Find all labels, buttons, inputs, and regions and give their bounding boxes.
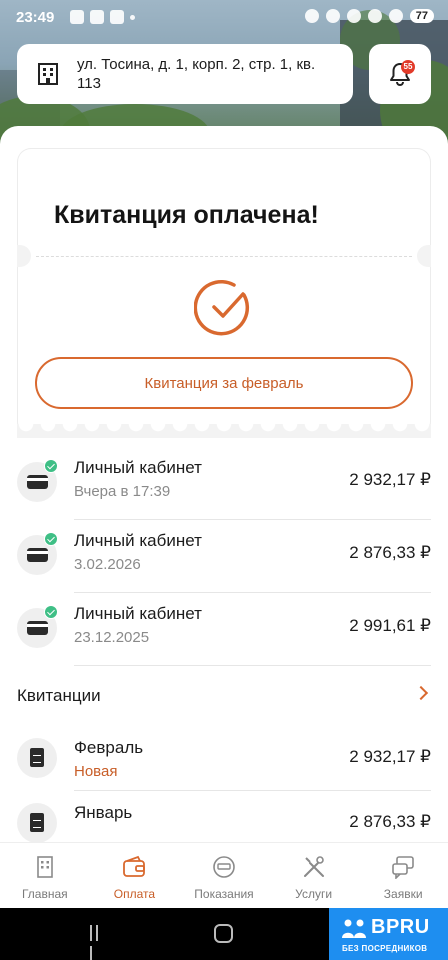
success-check-icon — [44, 605, 58, 619]
invoice-month: Февраль — [74, 738, 144, 757]
payment-amount: 2 932,17 ₽ — [349, 470, 431, 489]
status-time: 23:49 — [16, 9, 55, 26]
building-icon — [36, 856, 53, 878]
receipt-title: Квитанция оплачена! — [54, 201, 319, 229]
payment-amount: 2 991,61 ₽ — [349, 616, 431, 635]
key-icon — [325, 9, 340, 23]
battery-indicator: 77 — [409, 9, 434, 23]
payment-row[interactable]: Личный кабинет 3.02.2026 2 876,33 ₽ — [0, 521, 448, 593]
building-icon — [38, 63, 58, 85]
payment-date: 3.02.2026 — [74, 556, 141, 573]
divider — [74, 665, 431, 666]
people-logo-icon — [342, 919, 366, 938]
vk-icon — [110, 10, 124, 24]
tools-icon — [303, 856, 324, 877]
card-payment-icon — [17, 605, 58, 648]
document-icon — [17, 738, 57, 778]
invoices-section-title[interactable]: Квитанции — [17, 686, 101, 706]
success-check-icon — [194, 279, 250, 336]
tab-meters[interactable]: Показания — [179, 843, 269, 908]
divider — [74, 790, 431, 791]
payment-source: Личный кабинет — [74, 604, 202, 623]
app-notification-icon — [90, 10, 104, 24]
address-text: ул. Тосина, д. 1, корп. 2, стр. 1, кв. 1… — [77, 56, 316, 92]
receipt-card: Квитанция оплачена! Квитанция за февраль — [17, 148, 431, 436]
signal-icon — [388, 9, 403, 23]
invoice-month: Январь — [74, 803, 133, 822]
receipt-divider — [36, 256, 412, 257]
watermark-brand: BPRU — [371, 916, 430, 938]
meter-icon — [213, 856, 235, 878]
invoice-amount: 2 932,17 ₽ — [349, 747, 431, 766]
dnd-icon — [304, 9, 319, 23]
notifications-button[interactable]: 55 — [369, 44, 431, 104]
notification-badge: 55 — [401, 60, 415, 74]
watermark-tagline: БЕЗ ПОСРЕДНИКОВ — [342, 944, 428, 953]
divider — [74, 519, 431, 520]
bpru-watermark: BPRU БЕЗ ПОСРЕДНИКОВ — [329, 908, 448, 960]
app-notification-icon — [70, 10, 84, 24]
success-check-icon — [44, 459, 58, 473]
more-dot-icon — [130, 15, 135, 20]
address-selector[interactable]: ул. Тосина, д. 1, корп. 2, стр. 1, кв. 1… — [17, 44, 353, 104]
february-receipt-button[interactable]: Квитанция за февраль — [35, 357, 413, 409]
card-payment-icon — [17, 459, 58, 502]
tab-label: Оплата — [113, 887, 156, 901]
payment-source: Личный кабинет — [74, 458, 202, 477]
wifi-icon — [367, 9, 382, 23]
tab-payment[interactable]: Оплата — [90, 843, 180, 908]
receipt-notch — [417, 245, 431, 267]
success-check-icon — [44, 532, 58, 546]
divider — [74, 592, 431, 593]
wallet-icon — [123, 855, 146, 877]
payment-source: Личный кабинет — [74, 531, 202, 550]
tab-label: Главная — [21, 887, 68, 901]
tab-requests[interactable]: Заявки — [358, 843, 448, 908]
status-bar: 23:49 77 — [0, 0, 448, 38]
payment-row[interactable]: Личный кабинет 23.12.2025 2 991,61 ₽ — [0, 594, 448, 666]
bed-icon — [346, 9, 361, 23]
tab-services[interactable]: Услуги — [269, 843, 359, 908]
invoice-status: Новая — [74, 763, 118, 780]
payment-row[interactable]: Личный кабинет Вчера в 17:39 2 932,17 ₽ — [0, 448, 448, 520]
bottom-tab-bar: Главная Оплата Показания Услуги Заявки — [0, 842, 448, 908]
chat-icon — [392, 856, 414, 880]
notification-icons — [70, 10, 135, 24]
receipt-notch — [17, 245, 31, 267]
tab-home[interactable]: Главная — [0, 843, 90, 908]
payment-amount: 2 876,33 ₽ — [349, 543, 431, 562]
card-payment-icon — [17, 532, 58, 575]
invoice-amount: 2 876,33 ₽ — [349, 812, 431, 831]
system-icons: 77 — [304, 9, 434, 23]
tab-label: Услуги — [295, 887, 333, 901]
document-icon — [17, 803, 57, 843]
home-button[interactable] — [214, 924, 233, 943]
tab-label: Показания — [194, 887, 254, 901]
receipt-torn-edge — [17, 424, 431, 438]
invoice-row[interactable]: Февраль Новая 2 932,17 ₽ — [0, 738, 448, 802]
payment-date: Вчера в 17:39 — [74, 483, 171, 500]
payment-date: 23.12.2025 — [74, 629, 150, 646]
recent-apps-button[interactable] — [90, 925, 106, 960]
tab-label: Заявки — [383, 887, 423, 901]
